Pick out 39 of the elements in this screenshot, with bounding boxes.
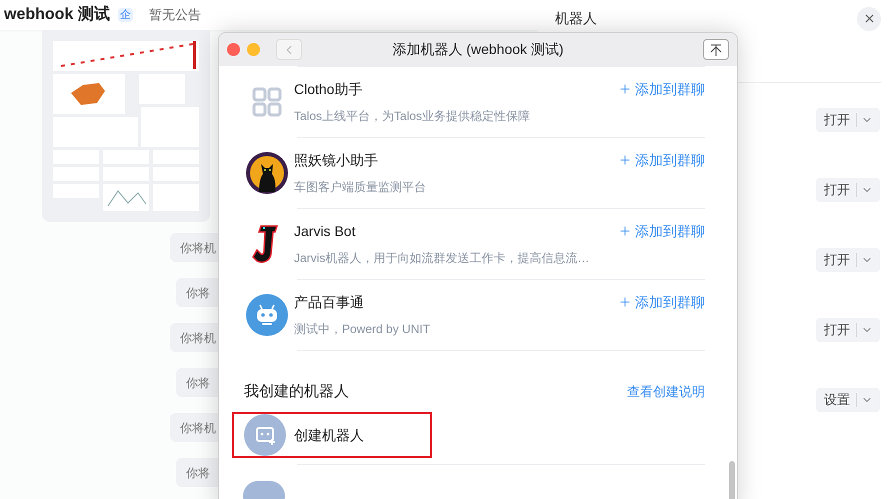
robot-name: Jarvis Bot	[294, 222, 356, 241]
plus-icon	[618, 295, 632, 310]
split-action-button[interactable]: 打开	[816, 248, 880, 272]
split-action-button[interactable]: 打开	[816, 318, 880, 342]
dashboard-screenshot-drawing[interactable]	[42, 30, 210, 222]
pin-to-top-icon	[709, 42, 723, 56]
robot-name: 产品百事通	[294, 292, 365, 312]
robot-description: Jarvis机器人，用于向如流群发送工作卡，提高信息流…	[294, 250, 590, 267]
pin-to-top-button[interactable]	[703, 39, 729, 60]
back-button[interactable]	[276, 39, 302, 60]
plus-icon	[618, 153, 632, 168]
dialog-title: 添加机器人 (webhook 测试)	[392, 40, 564, 59]
add-to-group-link[interactable]: 添加到群聊	[618, 220, 705, 242]
plus-icon	[618, 224, 632, 238]
robot-name: 照妖镜小助手	[294, 150, 379, 170]
split-action-button[interactable]: 打开	[816, 108, 880, 132]
chat-title: webhook 测试	[4, 4, 110, 25]
minimize-window-button[interactable]	[247, 43, 260, 56]
enterprise-badge: 企	[118, 8, 133, 22]
plus-icon	[618, 82, 632, 96]
notice-text[interactable]: 暂无公告	[148, 5, 201, 25]
add-to-group-link[interactable]: 添加到群聊	[618, 150, 705, 171]
robot-description: Talos上线平台，为Talos业务提供稳定性保障	[294, 108, 532, 125]
close-button[interactable]	[857, 6, 881, 30]
close-window-button[interactable]	[227, 43, 240, 56]
creation-guide-link[interactable]: 查看创建说明	[627, 382, 705, 402]
robot-name: Clotho助手	[294, 80, 364, 99]
panel-title: 机器人	[555, 9, 597, 28]
robot-description: 测试中，Powerd by UNIT	[294, 320, 432, 338]
split-action-button[interactable]: 设置	[816, 388, 880, 412]
robot-description: 车图客户端质量监测平台	[294, 178, 427, 196]
robot-avatar-icon	[246, 294, 288, 336]
create-robot-item[interactable]: 创建机器人	[232, 412, 432, 458]
cat-avatar-icon	[246, 152, 288, 194]
add-to-group-link[interactable]: 添加到群聊	[618, 292, 705, 313]
split-action-button[interactable]: 打开	[816, 178, 880, 202]
close-icon	[862, 12, 876, 25]
add-to-group-link[interactable]: 添加到群聊	[618, 78, 705, 100]
add-robot-icon	[244, 414, 286, 456]
